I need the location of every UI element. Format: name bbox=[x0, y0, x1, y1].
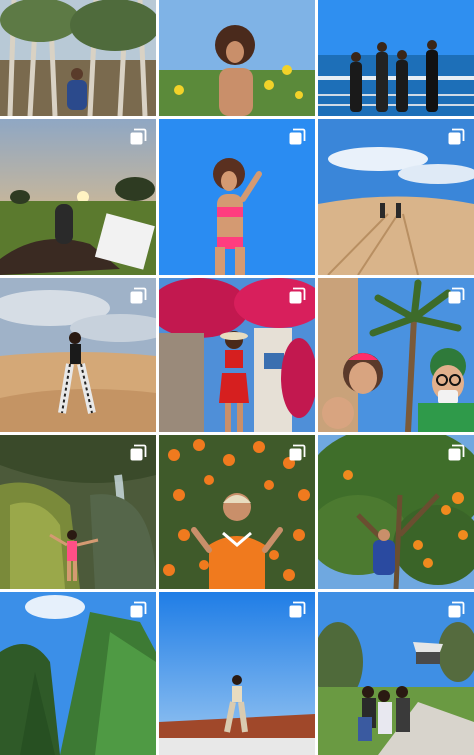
post-image bbox=[0, 0, 156, 116]
multiple-photos-icon bbox=[448, 444, 465, 461]
post-tile[interactable]: dune-pose-patterned-pants bbox=[0, 278, 156, 432]
post-tile[interactable]: sand-dunes-walkers bbox=[318, 119, 474, 275]
post-tile[interactable]: rooftop-sky-pose bbox=[159, 592, 315, 755]
post-tile[interactable]: eucalyptus-grove-sitting bbox=[0, 0, 156, 116]
multiple-photos-icon bbox=[130, 601, 147, 618]
post-tile[interactable]: pink-swimsuit-blue-sky bbox=[159, 119, 315, 275]
profile-post-grid: eucalyptus-grove-sitting wildflowers-por… bbox=[0, 0, 474, 755]
post-tile[interactable]: bougainvillea-red-outfit bbox=[159, 278, 315, 432]
post-tile[interactable]: orange-flowers-jacket bbox=[159, 435, 315, 589]
multiple-photos-icon bbox=[448, 601, 465, 618]
post-tile[interactable]: wildflowers-portrait bbox=[159, 0, 315, 116]
post-tile[interactable]: waterfall-mossy-rock bbox=[0, 435, 156, 589]
multiple-photos-icon bbox=[289, 287, 306, 304]
multiple-photos-icon bbox=[130, 444, 147, 461]
multiple-photos-icon bbox=[130, 128, 147, 145]
post-tile[interactable]: ocean-overlook-friends bbox=[318, 0, 474, 116]
multiple-photos-icon bbox=[289, 128, 306, 145]
post-tile[interactable]: orange-tree-climbing bbox=[318, 435, 474, 589]
post-image bbox=[318, 0, 474, 116]
multiple-photos-icon bbox=[130, 287, 147, 304]
post-tile[interactable]: campus-library-group bbox=[318, 592, 474, 755]
multiple-photos-icon bbox=[289, 601, 306, 618]
multiple-photos-icon bbox=[448, 287, 465, 304]
multiple-photos-icon bbox=[448, 128, 465, 145]
post-tile[interactable]: palm-tree-group-selfie bbox=[318, 278, 474, 432]
multiple-photos-icon bbox=[289, 444, 306, 461]
post-image bbox=[159, 0, 315, 116]
post-tile[interactable]: sunset-field-lying bbox=[0, 119, 156, 275]
post-tile[interactable]: pine-trees-blue-sky bbox=[0, 592, 156, 755]
